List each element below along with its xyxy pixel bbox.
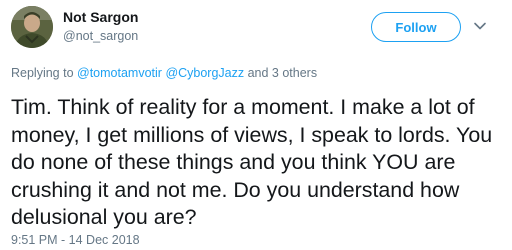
replying-to-suffix: and 3 others (244, 66, 318, 80)
tweet-text: Tim. Think of reality for a moment. I ma… (11, 95, 493, 229)
mention-link[interactable]: @CyborgJazz (165, 66, 244, 80)
author-handle[interactable]: @not_sargon (63, 29, 138, 43)
mention-link[interactable]: @tomotamvotir (77, 66, 162, 80)
tweet-timestamp[interactable]: 9:51 PM - 14 Dec 2018 (11, 233, 140, 247)
replying-to-line: Replying to @tomotamvotir @CyborgJazz an… (11, 66, 317, 80)
avatar[interactable] (11, 6, 53, 48)
chevron-down-icon[interactable] (472, 18, 488, 34)
replying-to-prefix: Replying to (11, 66, 78, 80)
follow-button[interactable]: Follow (371, 12, 461, 42)
author-display-name[interactable]: Not Sargon (63, 9, 138, 25)
avatar-image (11, 6, 53, 48)
